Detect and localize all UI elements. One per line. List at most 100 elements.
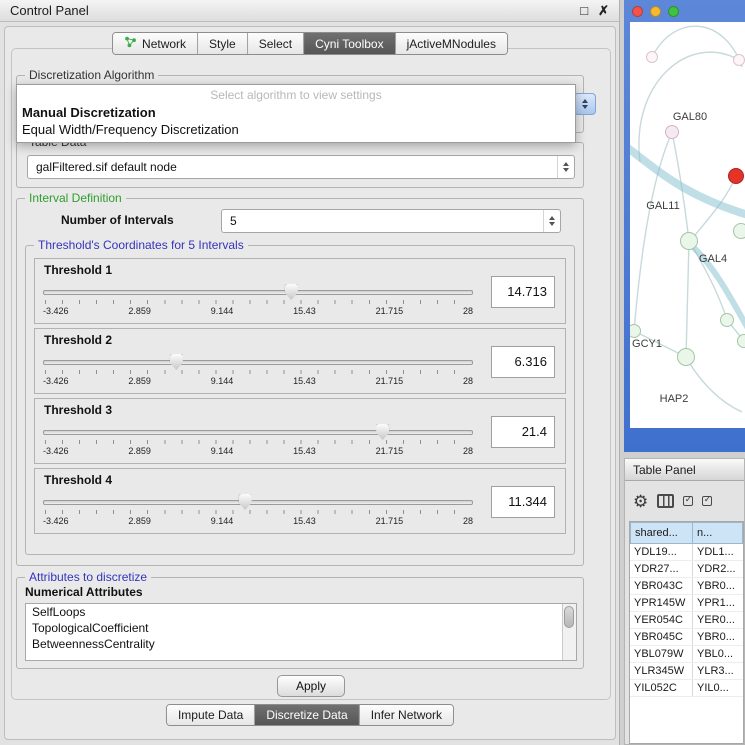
tab-impute-data[interactable]: Impute Data <box>167 705 254 725</box>
slider-track[interactable] <box>43 360 473 365</box>
combobox-arrows-icon[interactable] <box>543 210 560 232</box>
tab-infer-network[interactable]: Infer Network <box>359 705 453 725</box>
attribute-list-item[interactable]: TopologicalCoefficient <box>26 620 576 636</box>
tab-style[interactable]: Style <box>197 33 247 54</box>
threshold-slider[interactable]: -3.4262.8599.14415.4321.71528 <box>43 353 473 391</box>
threshold-slider[interactable]: -3.4262.8599.14415.4321.71528 <box>43 423 473 461</box>
table-cell[interactable]: YBL0... <box>693 646 743 662</box>
threshold-slider[interactable]: -3.4262.8599.14415.4321.71528 <box>43 283 473 321</box>
interval-definition-group: Interval Definition Number of Intervals … <box>16 198 584 566</box>
tab-label: Infer Network <box>371 708 442 722</box>
table-row[interactable]: YPR145WYPR1... <box>630 595 743 612</box>
table-row[interactable]: YIL052CYIL0... <box>630 680 743 697</box>
network-node[interactable] <box>680 232 698 250</box>
table-cell[interactable]: YDL19... <box>630 544 693 560</box>
tab-select[interactable]: Select <box>247 33 303 54</box>
table-row[interactable]: YDL19...YDL1... <box>630 544 743 561</box>
attributes-group-label: Attributes to discretize <box>25 570 151 584</box>
close-traffic-light-icon[interactable] <box>632 6 643 17</box>
slider-thumb[interactable] <box>376 424 389 440</box>
table-row[interactable]: YBR043CYBR0... <box>630 578 743 595</box>
zoom-traffic-light-icon[interactable] <box>668 6 679 17</box>
table-cell[interactable]: YBR0... <box>693 629 743 645</box>
column-header-name[interactable]: n... <box>693 522 743 544</box>
table-cell[interactable]: YDR2... <box>693 561 743 577</box>
table-cell[interactable]: YDL1... <box>693 544 743 560</box>
column-header-shared-name[interactable]: shared... <box>630 522 693 544</box>
threshold-slider[interactable]: -3.4262.8599.14415.4321.71528 <box>43 493 473 531</box>
tab-cyni-toolbox[interactable]: Cyni Toolbox <box>303 33 394 54</box>
minimize-traffic-light-icon[interactable] <box>650 6 661 17</box>
selected-node[interactable] <box>728 168 744 184</box>
network-node[interactable] <box>733 54 745 66</box>
threshold-value-field[interactable]: 21.4 <box>491 416 555 448</box>
list-scrollbar[interactable] <box>562 604 576 660</box>
apply-button[interactable]: Apply <box>277 675 345 697</box>
numerical-attributes-list[interactable]: SelfLoopsTopologicalCoefficientBetweenne… <box>25 603 577 661</box>
table-header-row: shared... n... <box>630 522 743 544</box>
threshold-value-field[interactable]: 14.713 <box>491 276 555 308</box>
table-row[interactable]: YDR27...YDR2... <box>630 561 743 578</box>
tab-network[interactable]: Network <box>113 33 197 54</box>
table-row[interactable]: YBL079WYBL0... <box>630 646 743 663</box>
node-label: GAL11 <box>646 200 679 212</box>
table-cell[interactable]: YBR045C <box>630 629 693 645</box>
scrollbar-thumb[interactable] <box>564 606 574 628</box>
settings-gear-icon[interactable]: ⚙ <box>633 493 648 510</box>
table-cell[interactable]: YLR3... <box>693 663 743 679</box>
table-data-combobox[interactable]: galFiltered.sif default node <box>27 155 575 179</box>
node-label: HAP2 <box>660 393 689 405</box>
network-node[interactable] <box>720 313 734 327</box>
threshold-value-field[interactable]: 11.344 <box>491 486 555 518</box>
checkbox-icon[interactable] <box>702 496 712 506</box>
table-cell[interactable]: YER054C <box>630 612 693 628</box>
dropdown-option[interactable]: Manual Discretization <box>17 104 575 121</box>
window-title: Control Panel <box>10 3 89 18</box>
algorithm-dropdown-list: Select algorithm to view settings Manual… <box>16 84 576 143</box>
network-node[interactable] <box>665 125 679 139</box>
column-selector-icon[interactable] <box>657 494 674 508</box>
network-canvas[interactable]: GAL80GAL11GAL4GCY1HAP2 <box>630 22 745 428</box>
network-node[interactable] <box>733 223 745 239</box>
attribute-list-item[interactable]: SelfLoops <box>26 604 576 620</box>
table-cell[interactable]: YBR0... <box>693 578 743 594</box>
threshold-value-field[interactable]: 6.316 <box>491 346 555 378</box>
network-node[interactable] <box>737 334 745 348</box>
table-cell[interactable]: YIL0... <box>693 680 743 696</box>
slider-track[interactable] <box>43 290 473 295</box>
slider-track[interactable] <box>43 500 473 505</box>
algorithm-combobox-button[interactable] <box>574 93 596 115</box>
table-row[interactable]: YLR345WYLR3... <box>630 663 743 680</box>
table-cell[interactable]: YIL052C <box>630 680 693 696</box>
slider-thumb[interactable] <box>285 284 298 300</box>
table-cell[interactable]: YLR345W <box>630 663 693 679</box>
float-window-icon[interactable]: □ <box>580 3 588 18</box>
tab-discretize-data[interactable]: Discretize Data <box>254 705 358 725</box>
number-of-intervals-combobox[interactable]: 5 <box>221 209 561 233</box>
network-window-titlebar <box>624 0 745 22</box>
dropdown-option[interactable]: Equal Width/Frequency Discretization <box>17 121 575 138</box>
table-cell[interactable]: YDR27... <box>630 561 693 577</box>
network-node[interactable] <box>646 51 658 63</box>
table-cell[interactable]: YBR043C <box>630 578 693 594</box>
scale-label: -3.426 <box>43 376 69 386</box>
checkbox-icon[interactable] <box>683 496 693 506</box>
table-row[interactable]: YER054CYER0... <box>630 612 743 629</box>
slider-thumb[interactable] <box>239 494 252 510</box>
combobox-arrows-icon[interactable] <box>557 156 574 178</box>
tab-jactivemnodules[interactable]: jActiveMNodules <box>395 33 507 54</box>
slider-track[interactable] <box>43 430 473 435</box>
threshold-label: Threshold 2 <box>44 333 112 347</box>
table-cell[interactable]: YPR1... <box>693 595 743 611</box>
slider-thumb[interactable] <box>170 354 183 370</box>
close-window-icon[interactable]: ✗ <box>598 3 609 19</box>
table-cell[interactable]: YBL079W <box>630 646 693 662</box>
table-cell[interactable]: YER0... <box>693 612 743 628</box>
attribute-list-item[interactable]: BetweennessCentrality <box>26 636 576 652</box>
network-node[interactable] <box>677 348 695 366</box>
table-cell[interactable]: YPR145W <box>630 595 693 611</box>
threshold-panel: Threshold 3 -3.4262.8599.14415.4321.7152… <box>34 398 566 464</box>
table-row[interactable]: YBR045CYBR0... <box>630 629 743 646</box>
threshold-panel: Threshold 1 -3.4262.8599.14415.4321.7152… <box>34 258 566 324</box>
scale-label: 2.859 <box>128 446 151 456</box>
